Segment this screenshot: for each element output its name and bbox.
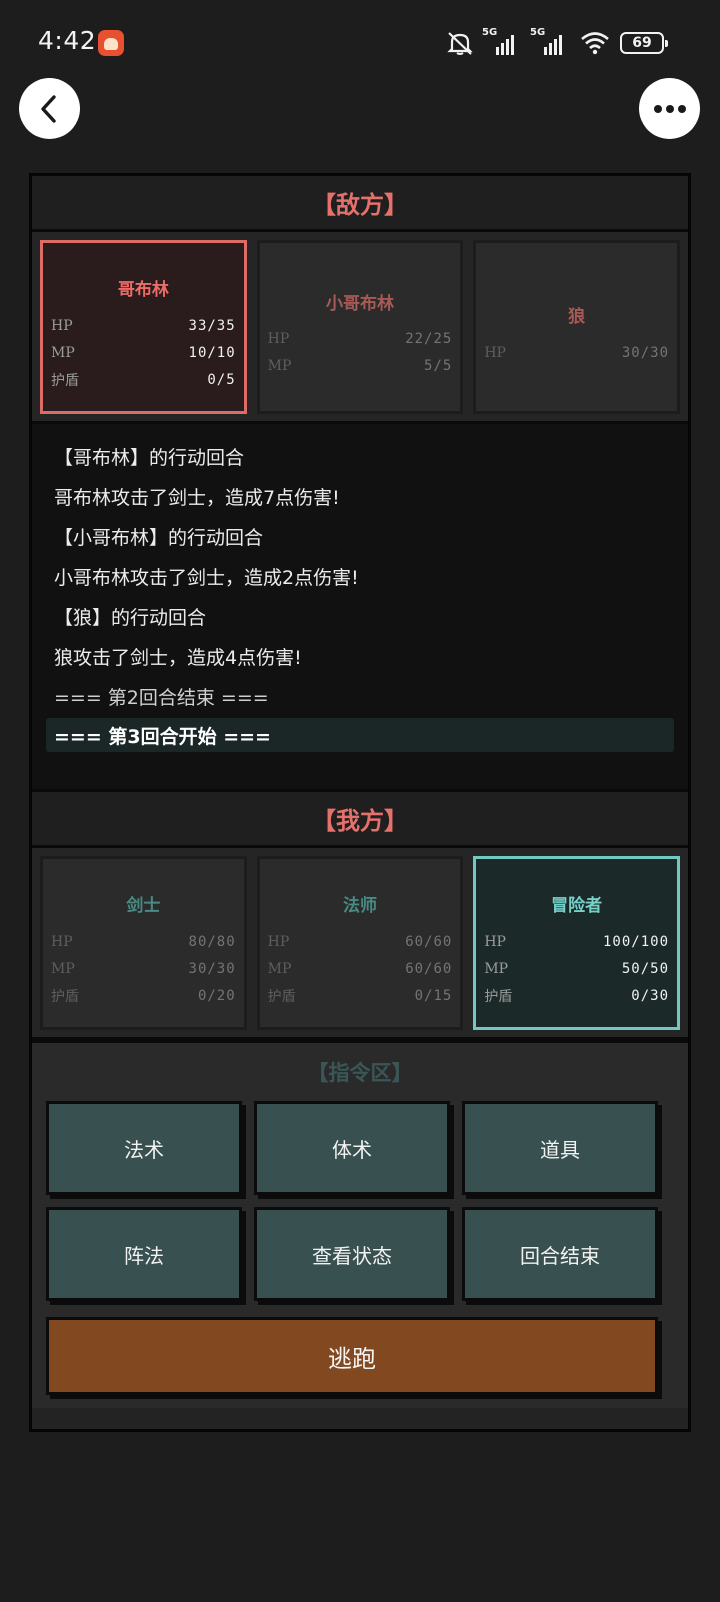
ally-card-mage[interactable]: 法师 HP 60/60 MP 60/60 护盾 0/15 [256, 856, 464, 1030]
ally-row: 剑士 HP 80/80 MP 30/30 护盾 0/20 法师 HP 60/60 MP 6… [32, 848, 688, 1040]
stat-hp: HP 30/30 [484, 344, 670, 361]
chevron-left-icon [40, 94, 56, 123]
status-bar: 4:42 5G 5G 69 [0, 0, 720, 86]
battery-icon: 69 [620, 32, 668, 54]
stat-shield: 护盾 0/20 [51, 987, 236, 1005]
stat-hp: HP 100/100 [484, 933, 670, 950]
more-dots-icon [653, 104, 686, 113]
status-icons: 5G 5G 69 [446, 27, 668, 58]
enemy-row: 哥布林 HP 33/35 MP 10/10 护盾 0/5 小哥布林 HP 22/25 M… [32, 232, 688, 424]
battle-log[interactable]: 【哥布林】的行动回合 哥布林攻击了剑士，造成7点伤害! 【小哥布林】的行动回合 … [32, 424, 688, 792]
log-line-round-end: === 第2回合结束 === [54, 686, 269, 709]
item-button[interactable]: 道具 [462, 1101, 658, 1195]
stat-mp: MP 5/5 [267, 358, 453, 374]
status-time: 4:42 [38, 26, 97, 55]
enemy-header: 【敌方】 [32, 176, 688, 232]
back-button[interactable] [19, 78, 80, 139]
unit-name: 冒险者 [551, 896, 603, 916]
view-status-button[interactable]: 查看状态 [254, 1207, 450, 1301]
log-line: 【狼】的行动回合 [54, 606, 207, 629]
log-line: 【小哥布林】的行动回合 [54, 526, 264, 549]
stat-hp: HP 80/80 [51, 933, 236, 950]
enemy-card-goblin[interactable]: 哥布林 HP 33/35 MP 10/10 护盾 0/5 [40, 240, 247, 414]
stat-mp: MP 60/60 [267, 960, 453, 977]
signal-icon: 5G [482, 27, 522, 55]
stat-mp: MP 50/50 [484, 960, 670, 977]
stat-shield: 护盾 0/5 [51, 371, 236, 389]
physical-skill-button[interactable]: 体术 [254, 1101, 450, 1195]
log-line: 狼攻击了剑士，造成4点伤害! [54, 646, 302, 669]
app-notification-icon [98, 30, 124, 56]
mute-icon [446, 30, 474, 56]
stat-hp: HP 22/25 [267, 331, 453, 347]
unit-name: 剑士 [126, 896, 161, 916]
command-title: 【指令区】 [307, 1061, 413, 1085]
battle-panel: 【敌方】 哥布林 HP 33/35 MP 10/10 护盾 0/5 小哥布林 HP 22… [29, 173, 691, 1432]
spell-button[interactable]: 法术 [46, 1101, 242, 1195]
signal-icon: 5G [530, 27, 570, 55]
ally-card-adventurer[interactable]: 冒险者 HP 100/100 MP 50/50 护盾 0/30 [473, 856, 681, 1030]
ally-card-swordsman[interactable]: 剑士 HP 80/80 MP 30/30 护盾 0/20 [40, 856, 247, 1030]
log-line: 小哥布林攻击了剑士，造成2点伤害! [54, 566, 359, 589]
enemy-card-wolf[interactable]: 狼 HP 30/30 [473, 240, 681, 414]
wifi-icon [580, 31, 610, 55]
stat-mp: MP 10/10 [51, 344, 236, 361]
stat-hp: HP 33/35 [51, 317, 236, 334]
command-area: 【指令区】 法术 体术 道具 阵法 查看状态 回合结束 逃跑 [32, 1040, 688, 1408]
log-line: 哥布林攻击了剑士，造成7点伤害! [54, 486, 340, 509]
unit-name: 哥布林 [117, 280, 169, 300]
ally-header: 【我方】 [32, 792, 688, 848]
end-turn-button[interactable]: 回合结束 [462, 1207, 658, 1301]
unit-name: 法师 [343, 896, 377, 916]
formation-button[interactable]: 阵法 [46, 1207, 242, 1301]
stat-shield: 护盾 0/15 [267, 987, 453, 1005]
command-grid: 法术 体术 道具 阵法 查看状态 回合结束 [46, 1101, 674, 1301]
log-line: 【哥布林】的行动回合 [54, 446, 245, 469]
stat-shield: 护盾 0/30 [484, 987, 670, 1005]
stat-hp: HP 60/60 [267, 933, 453, 950]
log-line-round-start: === 第3回合开始 === [46, 718, 674, 752]
unit-name: 狼 [568, 307, 586, 327]
enemy-card-small-goblin[interactable]: 小哥布林 HP 22/25 MP 5/5 [256, 240, 464, 414]
unit-name: 小哥布林 [326, 293, 394, 314]
flee-button[interactable]: 逃跑 [46, 1317, 658, 1395]
more-options-button[interactable] [639, 78, 700, 139]
stat-mp: MP 30/30 [51, 960, 236, 977]
